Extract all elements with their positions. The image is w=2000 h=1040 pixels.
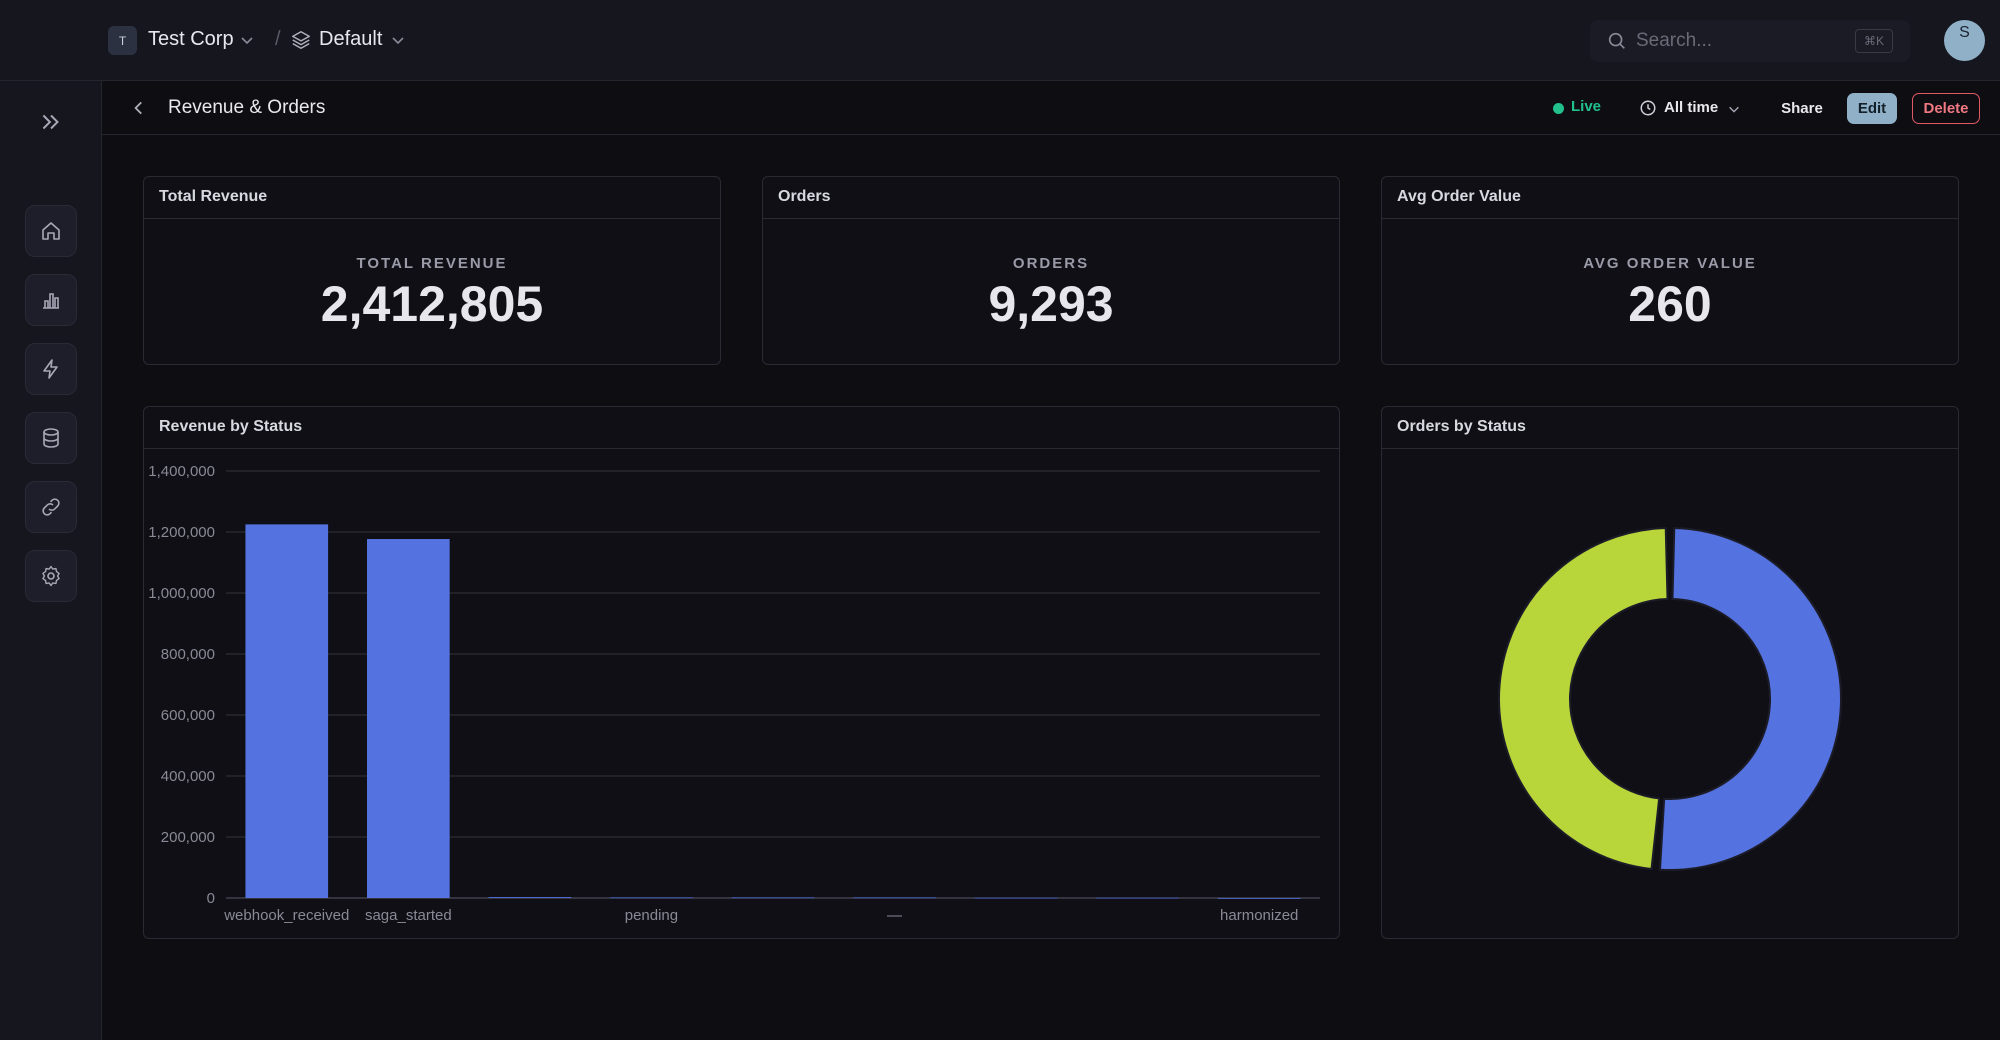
kpi-value: 260: [1628, 276, 1712, 332]
donut-slice[interactable]: [1658, 527, 1842, 871]
bar[interactable]: [1096, 897, 1179, 899]
expand-sidebar-icon[interactable]: [38, 109, 64, 135]
y-tick-label: 600,000: [161, 707, 215, 724]
search-icon: [1608, 32, 1625, 49]
kpi-card-orders: Orders ORDERS 9,293: [762, 176, 1340, 365]
y-tick-label: 200,000: [161, 829, 215, 846]
bar[interactable]: [1217, 898, 1301, 899]
y-tick-label: 400,000: [161, 768, 215, 785]
donut-slice[interactable]: [1498, 527, 1669, 871]
x-tick-label: saga_started: [365, 907, 452, 924]
bar-chart-icon: [43, 293, 59, 309]
user-avatar[interactable]: S: [1944, 20, 1985, 61]
x-tick-label: webhook_received: [223, 907, 349, 924]
top-bar: T Test Corp / Default ⌘K S: [0, 0, 2000, 81]
breadcrumb-separator: /: [275, 28, 281, 50]
database-icon: [43, 428, 59, 448]
clock-icon[interactable]: [1639, 99, 1657, 117]
live-status-label[interactable]: Live: [1571, 98, 1601, 115]
card-title: Total Revenue: [144, 177, 720, 219]
home-icon: [42, 222, 60, 240]
environment-chevron-down-icon[interactable]: [390, 32, 406, 48]
gear-icon: [42, 565, 60, 587]
orders-by-status-chart: [1498, 527, 1842, 871]
bar[interactable]: [853, 897, 936, 899]
lightning-icon: [43, 359, 58, 379]
orders-by-status-card: Orders by Status: [1381, 406, 1959, 939]
bar[interactable]: [367, 539, 450, 898]
sidebar-item-data[interactable]: [25, 412, 77, 464]
kpi-value: 2,412,805: [320, 276, 544, 332]
x-tick-label: —: [887, 907, 902, 924]
y-tick-label: 1,200,000: [148, 524, 215, 541]
time-range-select[interactable]: All time: [1664, 99, 1718, 116]
card-title: Avg Order Value: [1382, 177, 1958, 219]
x-tick-label: pending: [625, 907, 678, 924]
back-icon[interactable]: [130, 99, 148, 117]
revenue-by-status-card: Revenue by Status 0 200,000 400,000 600,000…: [143, 406, 1340, 939]
org-chevron-down-icon[interactable]: [239, 32, 255, 48]
card-title: Orders: [763, 177, 1339, 219]
page-title: Revenue & Orders: [168, 97, 326, 118]
sidebar-item-dashboards[interactable]: [25, 274, 77, 326]
kpi-label: AVG ORDER VALUE: [1583, 255, 1757, 272]
time-range-chevron-down-icon[interactable]: [1727, 102, 1741, 116]
revenue-by-status-chart: 0 200,000 400,000 600,000 800,000 1,000,000 1,…: [148, 463, 1320, 924]
sidebar-item-settings[interactable]: [25, 550, 77, 602]
kpi-card-avg-order-value: Avg Order Value AVG ORDER VALUE 260: [1381, 176, 1959, 365]
kpi-label: ORDERS: [1012, 255, 1090, 272]
card-title: Revenue by Status: [144, 407, 1339, 449]
environment-name[interactable]: Default: [319, 28, 382, 51]
y-tick-label: 1,400,000: [148, 463, 215, 480]
search-shortcut: ⌘K: [1855, 29, 1893, 53]
kpi-card-total-revenue: Total Revenue TOTAL REVENUE 2,412,805: [143, 176, 721, 365]
y-tick-label: 800,000: [161, 646, 215, 663]
org-avatar[interactable]: T: [108, 26, 137, 55]
bar[interactable]: [731, 897, 815, 899]
y-tick-label: 0: [207, 890, 215, 907]
bar[interactable]: [974, 897, 1058, 899]
layers-icon: [292, 31, 310, 49]
bar[interactable]: [610, 897, 693, 899]
kpi-label: TOTAL REVENUE: [356, 255, 508, 272]
bar[interactable]: [245, 524, 329, 898]
live-status-dot: [1553, 103, 1564, 114]
kpi-value: 9,293: [988, 276, 1114, 332]
edit-button[interactable]: Edit: [1847, 93, 1897, 124]
link-icon: [42, 498, 60, 516]
search-input[interactable]: [1636, 28, 1836, 54]
card-title: Orders by Status: [1382, 407, 1958, 449]
share-button[interactable]: Share: [1772, 93, 1832, 123]
org-name[interactable]: Test Corp: [148, 28, 234, 51]
delete-button[interactable]: Delete: [1912, 93, 1980, 124]
y-tick-label: 1,000,000: [148, 585, 215, 602]
search-box[interactable]: ⌘K: [1590, 20, 1910, 62]
sidebar: [0, 81, 102, 1040]
sidebar-item-integrations[interactable]: [25, 481, 77, 533]
sidebar-item-events[interactable]: [25, 343, 77, 395]
x-tick-label: harmonized: [1220, 907, 1298, 924]
dashboard-header: Revenue & Orders Live All time Share Edi…: [102, 81, 2000, 135]
bar[interactable]: [488, 897, 572, 898]
sidebar-item-home[interactable]: [25, 205, 77, 257]
